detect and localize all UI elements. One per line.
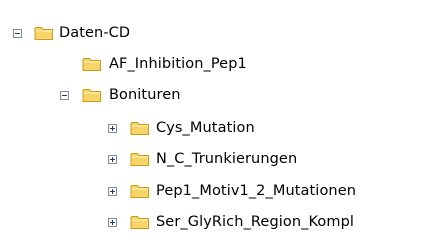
- tree-node-label: Ser_GlyRich_Region_Kompl: [156, 214, 355, 230]
- tree-node-daten-cd[interactable]: Daten-CD: [0, 18, 200, 48]
- tree-node-cys-mutation[interactable]: Cys_Mutation: [0, 113, 330, 143]
- tree-node-n-c-trunkierungen[interactable]: N_C_Trunkierungen: [0, 144, 360, 174]
- tree-node-label: Bonituren: [109, 87, 181, 103]
- expand-toggle-icon[interactable]: [108, 124, 117, 133]
- tree-node-label: AF_Inhibition_Pep1: [109, 56, 247, 72]
- expand-toggle-icon[interactable]: [108, 218, 117, 227]
- tree-node-label: N_C_Trunkierungen: [156, 151, 298, 167]
- expand-toggle-icon[interactable]: [108, 155, 117, 164]
- folder-icon: [130, 151, 150, 167]
- folder-icon: [82, 87, 102, 103]
- tree-node-label: Pep1_Motiv1_2_Mutationen: [156, 183, 357, 199]
- tree-node-bonituren[interactable]: Bonituren: [0, 80, 250, 110]
- tree-node-label: Cys_Mutation: [156, 120, 255, 136]
- folder-tree: Daten-CD AF_Inhibition_Pep1 Bonituren Cy…: [0, 0, 434, 248]
- tree-node-label: Daten-CD: [59, 25, 131, 41]
- folder-icon: [130, 214, 150, 230]
- tree-node-pep1-motiv1-2-mutationen[interactable]: Pep1_Motiv1_2_Mutationen: [0, 176, 434, 206]
- folder-icon: [82, 56, 102, 72]
- folder-icon: [130, 183, 150, 199]
- folder-icon: [130, 120, 150, 136]
- collapse-toggle-icon[interactable]: [60, 91, 69, 100]
- folder-icon: [34, 25, 54, 41]
- collapse-toggle-icon[interactable]: [13, 29, 22, 38]
- expand-toggle-icon[interactable]: [108, 187, 117, 196]
- tree-node-ser-glyrich-region-kompl[interactable]: Ser_GlyRich_Region_Kompl: [0, 207, 434, 237]
- tree-node-af-inhibition-pep1[interactable]: AF_Inhibition_Pep1: [0, 49, 300, 79]
